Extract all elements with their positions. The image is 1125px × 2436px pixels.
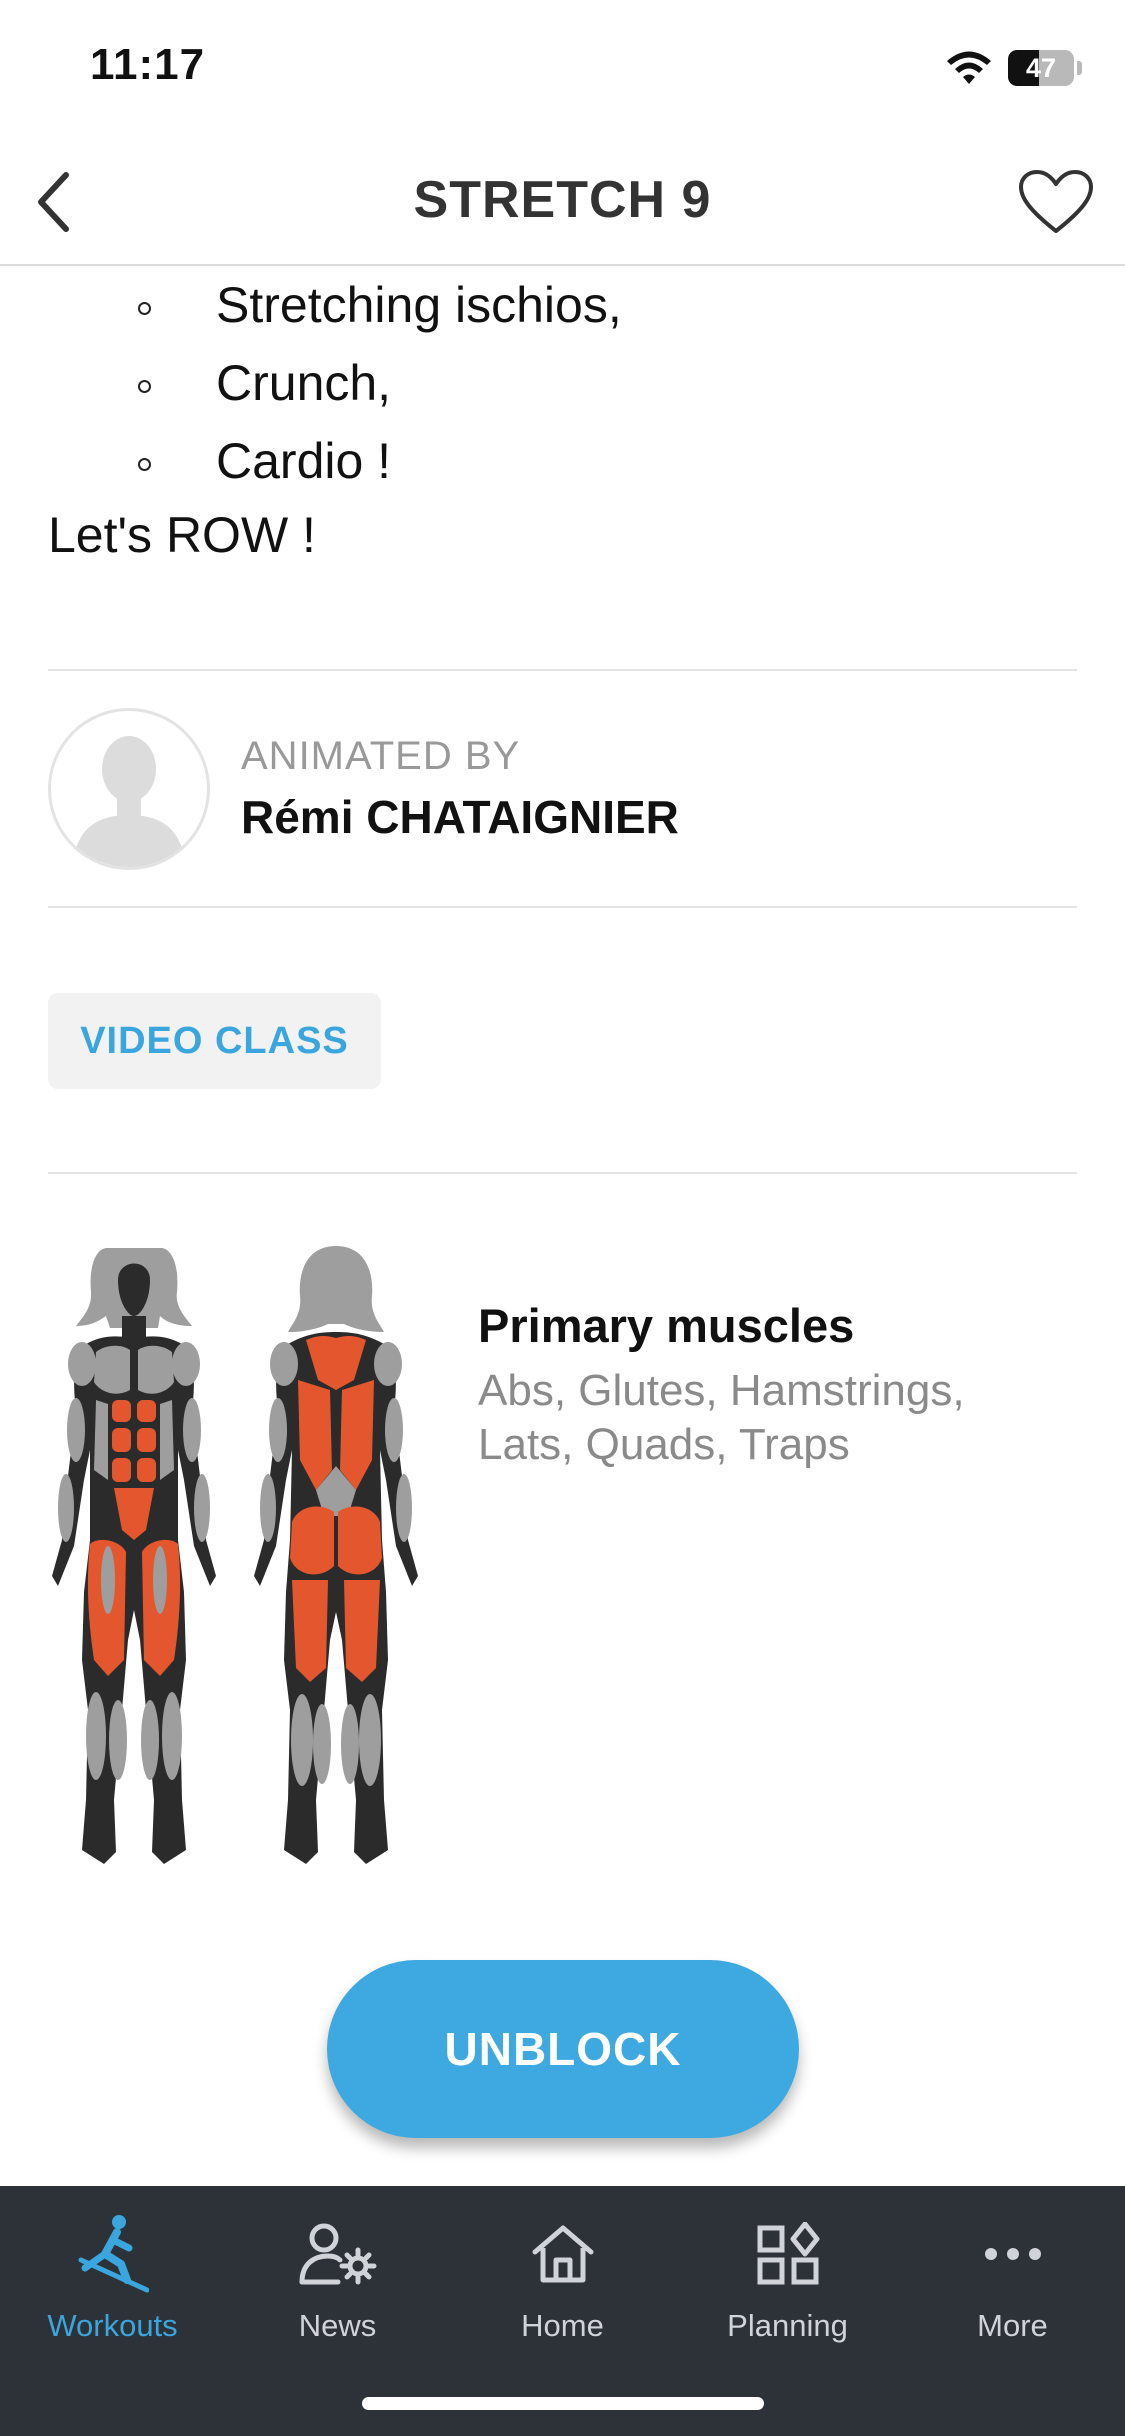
divider: [48, 669, 1077, 671]
animated-by-label: ANIMATED BY: [241, 734, 521, 778]
list-item: Cardio !: [0, 424, 1125, 502]
home-icon: [532, 2225, 593, 2283]
list-item-text: Stretching ischios,: [216, 277, 622, 333]
avatar: [48, 708, 210, 870]
battery-icon: 47: [1008, 50, 1074, 86]
tab-label: Workouts: [47, 2308, 178, 2343]
more-dots-icon: [984, 2248, 1041, 2260]
tab-workouts[interactable]: Workouts: [0, 2186, 225, 2366]
list-item-text: Cardio !: [216, 433, 392, 489]
rowing-person-icon: [78, 2215, 149, 2293]
divider: [48, 1172, 1077, 1174]
bullet-icon: [138, 458, 151, 471]
page-title: STRETCH 9: [413, 171, 712, 229]
coach-name: Rémi CHATAIGNIER: [241, 791, 679, 843]
tab-news[interactable]: News: [225, 2186, 450, 2366]
battery-percent: 47: [1025, 53, 1057, 83]
battery-tip: [1077, 61, 1082, 75]
grid-icon: [757, 2222, 819, 2285]
tab-label: Home: [521, 2308, 604, 2343]
tab-planning[interactable]: Planning: [675, 2186, 900, 2366]
tab-label: Planning: [727, 2308, 848, 2343]
list-item: Stretching ischios,: [0, 268, 1125, 346]
home-indicator: [362, 2397, 764, 2410]
list-item-text: Crunch,: [216, 355, 392, 411]
video-class-button[interactable]: VIDEO CLASS: [48, 993, 381, 1089]
body-front-silhouette: [52, 1248, 216, 1864]
tab-label: News: [298, 2308, 377, 2343]
body-back-figure: [254, 1246, 418, 1864]
tab-more[interactable]: More: [900, 2186, 1125, 2366]
wifi-icon: [947, 51, 991, 84]
status-bar: 11:17 47: [0, 0, 1125, 140]
user-gear-icon: [299, 2223, 376, 2285]
person-silhouette-icon: [73, 736, 185, 867]
favorite-button[interactable]: [1012, 162, 1100, 242]
heart-outline-icon: [1019, 170, 1093, 233]
status-time: 11:17: [90, 40, 206, 89]
bullet-icon: [138, 380, 151, 393]
description-closing: Let's ROW !: [48, 507, 316, 563]
description-list: Stretching ischios, Crunch, Cardio !: [0, 268, 1125, 502]
divider: [48, 906, 1077, 908]
unblock-button[interactable]: UNBLOCK: [327, 1960, 799, 2138]
bullet-icon: [138, 302, 151, 315]
body-front-figure: [52, 1248, 216, 1864]
primary-muscles-list: Abs, Glutes, Hamstrings, Lats, Quads, Tr…: [478, 1366, 965, 1469]
nav-bar: STRETCH 9: [0, 140, 1125, 266]
list-item: Crunch,: [0, 346, 1125, 424]
tab-home[interactable]: Home: [450, 2186, 675, 2366]
primary-muscles-title: Primary muscles: [478, 1299, 855, 1352]
tab-label: More: [977, 2308, 1048, 2343]
